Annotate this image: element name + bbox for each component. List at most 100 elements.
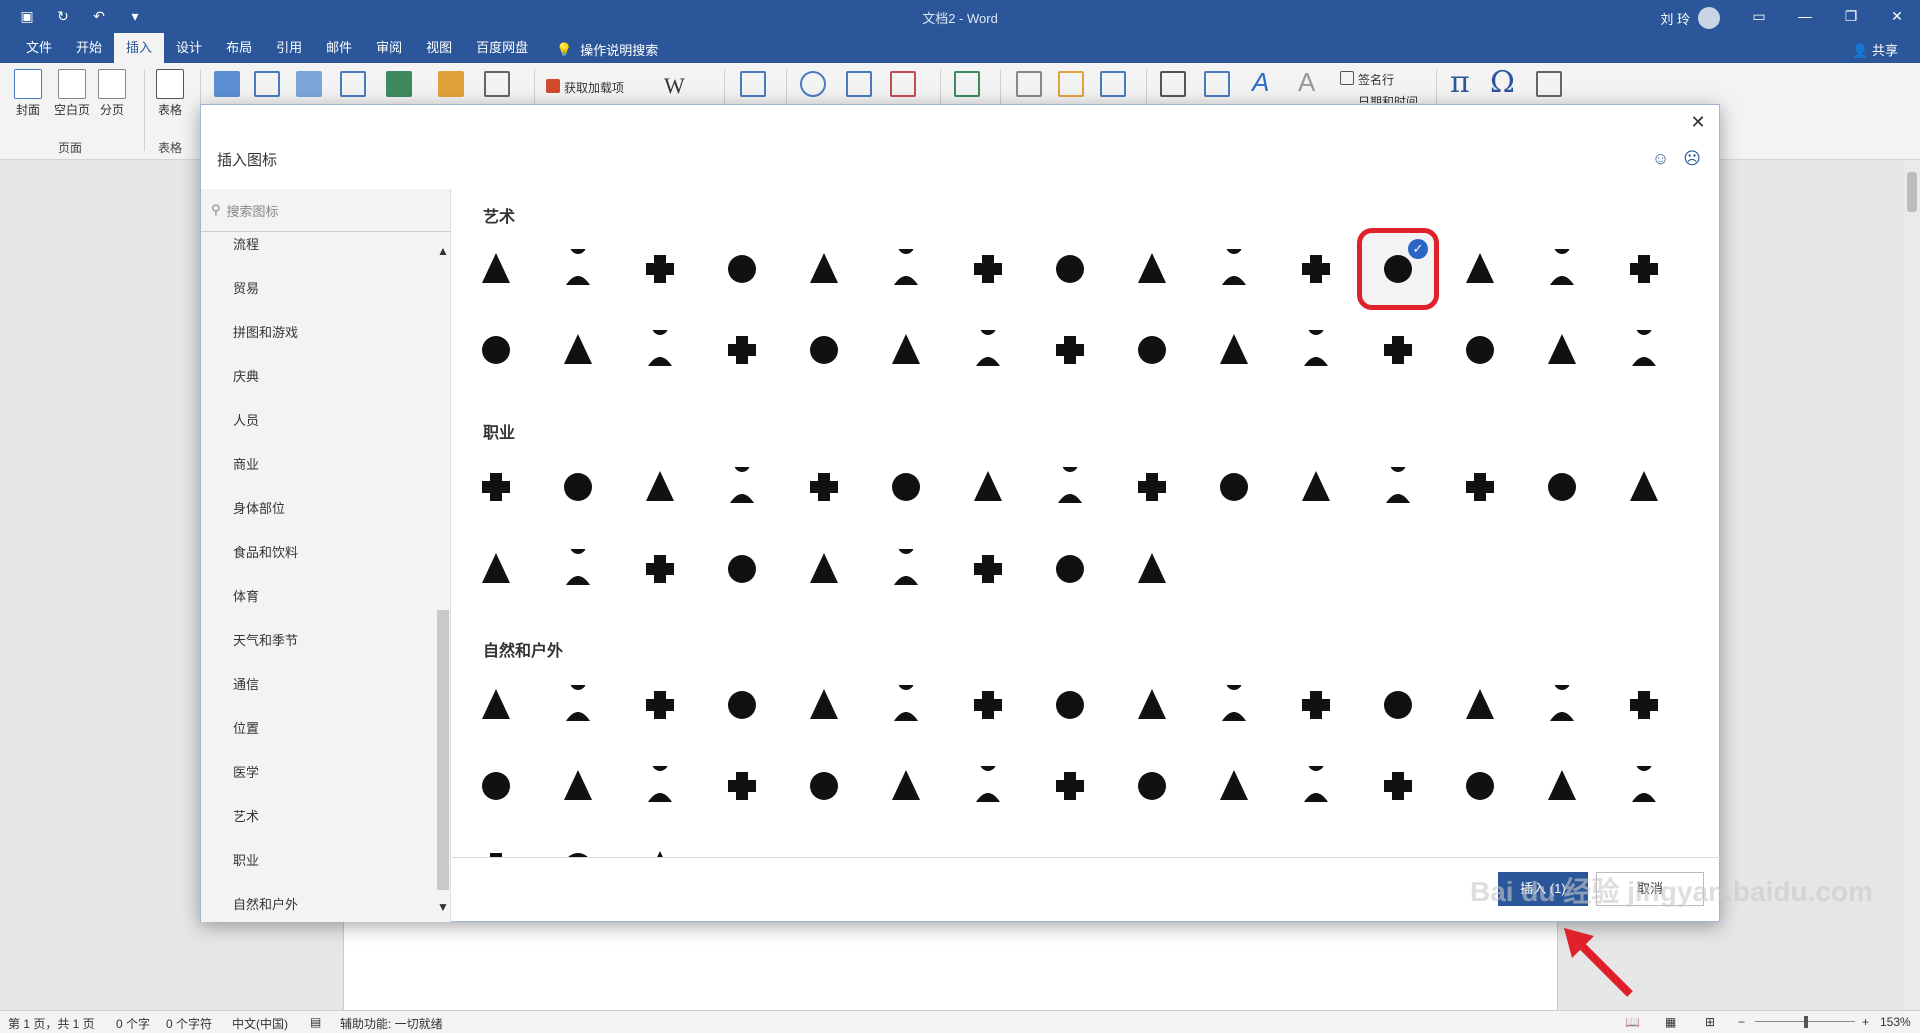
table-button[interactable]: 表格 [156,69,184,118]
flower-icon[interactable] [1034,669,1106,741]
moon-icon[interactable] [1526,750,1598,822]
drop-cap-icon[interactable]: A [1298,67,1315,98]
teacher-icon[interactable] [460,533,532,605]
signature-line-button[interactable]: 签名行 [1358,71,1394,88]
category-item[interactable]: 贸易 [201,281,435,325]
zoom-in-icon[interactable]: + [1862,1015,1869,1029]
life-jacket-icon[interactable] [1116,750,1188,822]
paintbrush-icon[interactable] [542,233,614,305]
violin-icon[interactable] [1526,314,1598,386]
music-notes-icon[interactable] [1608,233,1680,305]
sidebar-scrollbar-thumb[interactable] [437,610,449,890]
tab-file[interactable]: 文件 [14,33,64,63]
tree-icon[interactable] [460,669,532,741]
call-center-icon[interactable] [1280,451,1352,523]
category-item[interactable]: 商业 [201,457,435,501]
category-item[interactable]: 自然和户外 [201,897,435,941]
category-item[interactable]: 艺术 [201,809,435,853]
nurse-icon[interactable] [870,533,942,605]
palette-icon[interactable] [624,233,696,305]
document-scrollbar-thumb[interactable] [1907,172,1917,212]
sand-bucket-icon[interactable] [1280,750,1352,822]
grass-icon[interactable] [460,831,532,857]
category-item[interactable]: 通信 [201,677,435,721]
screenshot-icon[interactable] [484,71,510,97]
web-layout-icon[interactable]: ⊞ [1705,1015,1715,1029]
number-icon[interactable] [1536,71,1562,97]
wordart-icon[interactable]: A [1252,67,1269,98]
anchor-icon[interactable] [1034,750,1106,822]
palm-tree-icon[interactable] [706,669,778,741]
lantern-icon[interactable] [1444,750,1516,822]
wave-icon[interactable] [952,750,1024,822]
tab-design[interactable]: 设计 [164,33,214,63]
page-number-icon[interactable] [1100,71,1126,97]
worker-icon[interactable] [870,451,942,523]
tab-home[interactable]: 开始 [64,33,114,63]
eighth-note-icon[interactable] [1444,233,1516,305]
read-mode-icon[interactable]: 📖 [1625,1015,1640,1029]
businessman-icon[interactable] [542,533,614,605]
clarinet-icon[interactable] [1280,314,1352,386]
page-break-button[interactable]: 分页 [98,69,126,118]
smartart-icon[interactable] [386,71,412,97]
online-video-icon[interactable] [740,71,766,97]
3d-models-icon[interactable] [340,71,366,97]
tulip-icon[interactable] [788,669,860,741]
char-count[interactable]: 0 个字符 [166,1015,212,1032]
trumpet-icon[interactable] [1444,314,1516,386]
paint-splatter-icon[interactable] [1608,314,1680,386]
dialog-close-icon[interactable]: ✕ [1687,111,1709,133]
tab-baidu-netdisk[interactable]: 百度网盘 [464,33,540,63]
painter-icon[interactable] [1444,451,1516,523]
word-count[interactable]: 0 个字 [116,1015,150,1032]
gong-icon[interactable] [706,314,778,386]
xylophone-icon[interactable] [1116,314,1188,386]
picnic-table-icon[interactable] [624,750,696,822]
sprout-icon[interactable] [624,831,696,857]
link-icon[interactable] [800,71,826,97]
pilot-icon[interactable] [1198,451,1270,523]
document-scrollbar[interactable] [1904,160,1920,1010]
grand-piano-icon[interactable] [952,314,1024,386]
bass-clef-icon[interactable] [1280,233,1352,305]
macro-icon[interactable]: ▤ [310,1015,321,1029]
category-item[interactable]: 拼图和游戏 [201,325,435,369]
wikipedia-icon[interactable]: W [664,73,685,99]
footprints-icon[interactable] [1362,669,1434,741]
smile-icon[interactable]: ☺ [1652,149,1669,169]
detective-icon[interactable] [952,451,1024,523]
category-item[interactable]: 庆典 [201,369,435,413]
shoe-prints-icon[interactable] [1444,669,1516,741]
cactus-icon[interactable] [624,669,696,741]
waiter-icon[interactable] [1608,451,1680,523]
avatar[interactable] [1698,7,1720,29]
tab-view[interactable]: 视图 [414,33,464,63]
drum-icon[interactable] [542,314,614,386]
symbol-icon[interactable]: Ω [1490,65,1515,100]
cross-reference-icon[interactable] [890,71,916,97]
share-button[interactable]: 👤 共享 [1852,40,1898,59]
flute-icon[interactable] [1198,314,1270,386]
flowers-icon[interactable] [952,669,1024,741]
treble-clef-icon[interactable]: ✓ [1357,228,1439,310]
mechanic-icon[interactable] [1034,533,1106,605]
zoom-level[interactable]: 153% [1880,1015,1911,1029]
sidebar-scrollbar[interactable]: ▲ ▼ [435,232,451,922]
zoom-slider-thumb[interactable] [1804,1016,1808,1028]
construction-worker-icon[interactable] [952,533,1024,605]
doctor-icon[interactable] [788,533,860,605]
comment-icon[interactable] [954,71,980,97]
tab-references[interactable]: 引用 [264,33,314,63]
user-account[interactable]: 刘 玲 [1660,7,1720,29]
tent-icon[interactable] [706,750,778,822]
tell-me-search[interactable]: 💡 操作说明搜索 [556,40,658,59]
drum-kit-icon[interactable] [624,314,696,386]
fishing-icon[interactable] [542,750,614,822]
scroll-up-icon[interactable]: ▲ [437,244,449,258]
language[interactable]: 中文(中国) [232,1015,288,1032]
search-input[interactable]: ⚲ 搜索图标 [211,199,441,221]
farmer-icon[interactable] [542,451,614,523]
print-layout-icon[interactable]: ▦ [1665,1015,1676,1029]
category-item[interactable]: 职业 [201,853,435,897]
